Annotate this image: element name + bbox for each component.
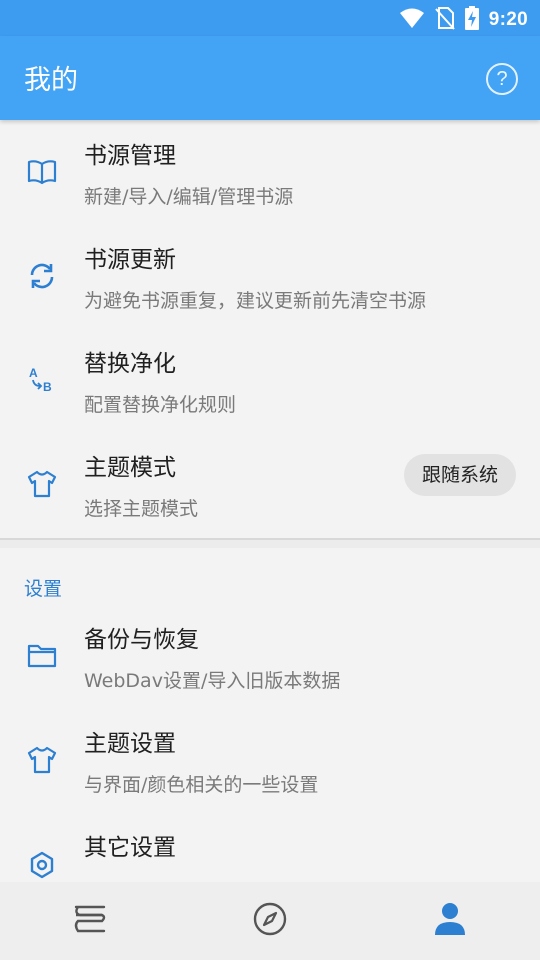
nav-mine[interactable] xyxy=(360,882,540,960)
folder-icon xyxy=(26,640,58,672)
list-item-theme-mode[interactable]: 主题模式 选择主题模式 跟随系统 xyxy=(0,432,540,536)
list-item-replace-purify[interactable]: A B 替换净化 配置替换净化规则 xyxy=(0,328,540,432)
nav-discover[interactable] xyxy=(180,882,360,960)
status-time: 9:20 xyxy=(488,9,528,30)
list-item-subtitle: 为避免书源重复，建议更新前先清空书源 xyxy=(84,290,427,312)
svg-text:A: A xyxy=(29,366,38,380)
tshirt-icon xyxy=(26,468,58,500)
list-item-title: 书源更新 xyxy=(84,247,176,273)
list-item-subtitle: WebDav设置/导入旧版本数据 xyxy=(84,670,341,692)
list-item-title: 替换净化 xyxy=(84,351,176,377)
bookshelf-icon xyxy=(72,903,108,939)
nav-bookshelf[interactable] xyxy=(0,882,180,960)
bottom-navigation xyxy=(0,882,540,960)
battery-charging-icon xyxy=(464,6,479,34)
list-item-title: 其它设置 xyxy=(84,835,176,861)
compass-icon xyxy=(252,901,288,941)
wifi-icon xyxy=(399,7,425,33)
list-item-subtitle: 新建/导入/编辑/管理书源 xyxy=(84,186,294,208)
content-list: 书源管理 新建/导入/编辑/管理书源 书源更新 为避免书源重复，建议更新前先清空… xyxy=(0,120,540,882)
list-item-backup-restore[interactable]: 备份与恢复 WebDav设置/导入旧版本数据 xyxy=(0,604,540,708)
list-item-title: 主题模式 xyxy=(84,455,176,481)
list-item-subtitle: 选择主题模式 xyxy=(84,498,199,520)
person-icon xyxy=(433,901,467,941)
list-item-title: 备份与恢复 xyxy=(84,627,199,653)
page-title: 我的 xyxy=(24,65,78,96)
book-open-icon xyxy=(26,156,58,188)
help-circle-icon: ? xyxy=(496,67,508,90)
no-sim-icon xyxy=(435,6,455,34)
app-bar: 我的 ? xyxy=(0,36,540,120)
list-item-source-update[interactable]: 书源更新 为避免书源重复，建议更新前先清空书源 xyxy=(0,224,540,328)
list-item-subtitle: 配置替换净化规则 xyxy=(84,394,237,416)
svg-text:B: B xyxy=(43,380,52,394)
tshirt-icon xyxy=(26,744,58,776)
list-item-subtitle: 与界面/颜色相关的一些设置 xyxy=(84,774,319,796)
list-item-other-settings[interactable]: 其它设置 xyxy=(0,812,540,882)
status-bar: 9:20 xyxy=(0,0,540,36)
help-button[interactable]: ? xyxy=(486,63,518,95)
replace-ab-icon: A B xyxy=(26,364,58,396)
section-header-settings: 设置 xyxy=(24,578,63,600)
section-divider xyxy=(0,538,540,548)
sync-icon xyxy=(26,260,58,292)
list-item-source-management[interactable]: 书源管理 新建/导入/编辑/管理书源 xyxy=(0,120,540,224)
settings-hex-icon xyxy=(26,849,58,881)
list-item-title: 主题设置 xyxy=(84,731,176,757)
list-item-title: 书源管理 xyxy=(84,143,176,169)
status-icons: 9:20 xyxy=(399,6,528,34)
theme-mode-value-chip[interactable]: 跟随系统 xyxy=(403,454,516,496)
list-item-theme-settings[interactable]: 主题设置 与界面/颜色相关的一些设置 xyxy=(0,708,540,812)
